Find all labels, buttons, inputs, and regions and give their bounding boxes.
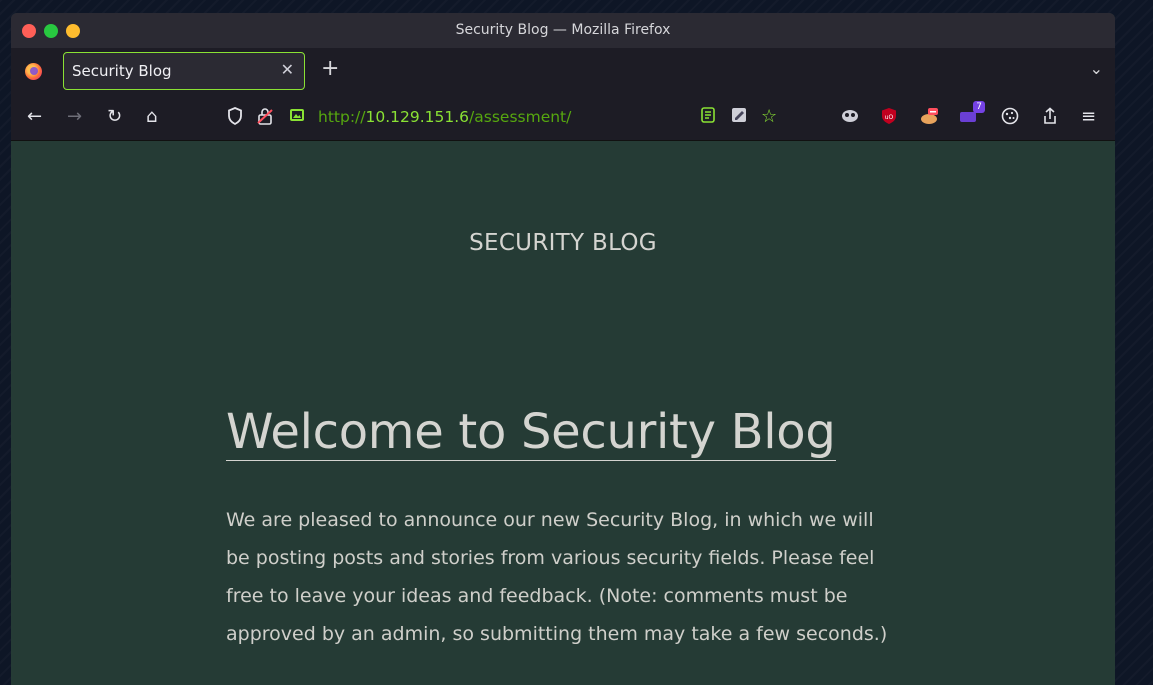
cookie-icon[interactable] bbox=[1001, 107, 1019, 130]
post-body-line: We are pleased to announce our new Secur… bbox=[226, 509, 874, 531]
firefox-logo-icon[interactable] bbox=[25, 63, 42, 80]
url-host: 10.129.151.6 bbox=[365, 108, 470, 126]
insecure-lock-icon[interactable] bbox=[257, 107, 273, 130]
extension-owl-icon[interactable] bbox=[841, 107, 859, 128]
note-icon[interactable] bbox=[731, 107, 747, 128]
post-title-link[interactable]: Welcome to Security Blog bbox=[226, 404, 836, 461]
navigation-toolbar: ← → ↻ ⌂ http://10.129.151.6/assessment/ … bbox=[11, 95, 1115, 141]
url-path: /assessment/ bbox=[469, 108, 572, 126]
close-icon[interactable]: ✕ bbox=[281, 60, 294, 79]
tab-bar: Security Blog ✕ + ⌄ bbox=[11, 48, 1115, 95]
post-body-line: approved by an admin, so submitting them… bbox=[226, 623, 888, 645]
plus-icon[interactable]: + bbox=[321, 56, 339, 81]
tab-security-blog[interactable]: Security Blog ✕ bbox=[63, 52, 305, 90]
post-body-line: be posting posts and stories from variou… bbox=[226, 547, 875, 569]
extension-badge: 7 bbox=[973, 101, 985, 113]
url-bar[interactable]: http://10.129.151.6/assessment/ bbox=[318, 108, 571, 126]
extension-burger-icon[interactable] bbox=[919, 107, 939, 130]
bookmark-star-icon[interactable]: ☆ bbox=[761, 107, 777, 127]
page-content: SECURITY BLOG Welcome to Security Blog W… bbox=[11, 141, 1115, 685]
title-bar: Security Blog — Mozilla Firefox bbox=[11, 13, 1115, 48]
share-icon[interactable] bbox=[1041, 107, 1059, 130]
chevron-down-icon[interactable]: ⌄ bbox=[1090, 59, 1103, 78]
post-body-line: free to leave your ideas and feedback. (… bbox=[226, 585, 848, 607]
svg-text:uO: uO bbox=[885, 114, 894, 121]
browser-window: Security Blog — Mozilla Firefox Security… bbox=[11, 13, 1115, 685]
hamburger-menu-icon[interactable]: ≡ bbox=[1081, 107, 1096, 127]
extension-puzzle-icon[interactable]: 7 bbox=[959, 101, 985, 128]
back-arrow-icon[interactable]: ← bbox=[27, 107, 42, 127]
forward-arrow-icon[interactable]: → bbox=[67, 107, 82, 127]
reader-view-icon[interactable] bbox=[701, 107, 715, 128]
site-title[interactable]: SECURITY BLOG bbox=[11, 230, 1115, 256]
home-icon[interactable]: ⌂ bbox=[146, 107, 157, 127]
tab-label: Security Blog bbox=[72, 62, 172, 80]
ublock-origin-icon[interactable]: uO bbox=[881, 107, 897, 130]
reload-icon[interactable]: ↻ bbox=[107, 107, 122, 127]
url-scheme: http:// bbox=[318, 108, 366, 126]
shield-icon[interactable] bbox=[227, 107, 243, 130]
post-body: We are pleased to announce our new Secur… bbox=[226, 501, 906, 653]
image-permission-icon[interactable] bbox=[289, 107, 305, 128]
window-title: Security Blog — Mozilla Firefox bbox=[455, 22, 671, 38]
